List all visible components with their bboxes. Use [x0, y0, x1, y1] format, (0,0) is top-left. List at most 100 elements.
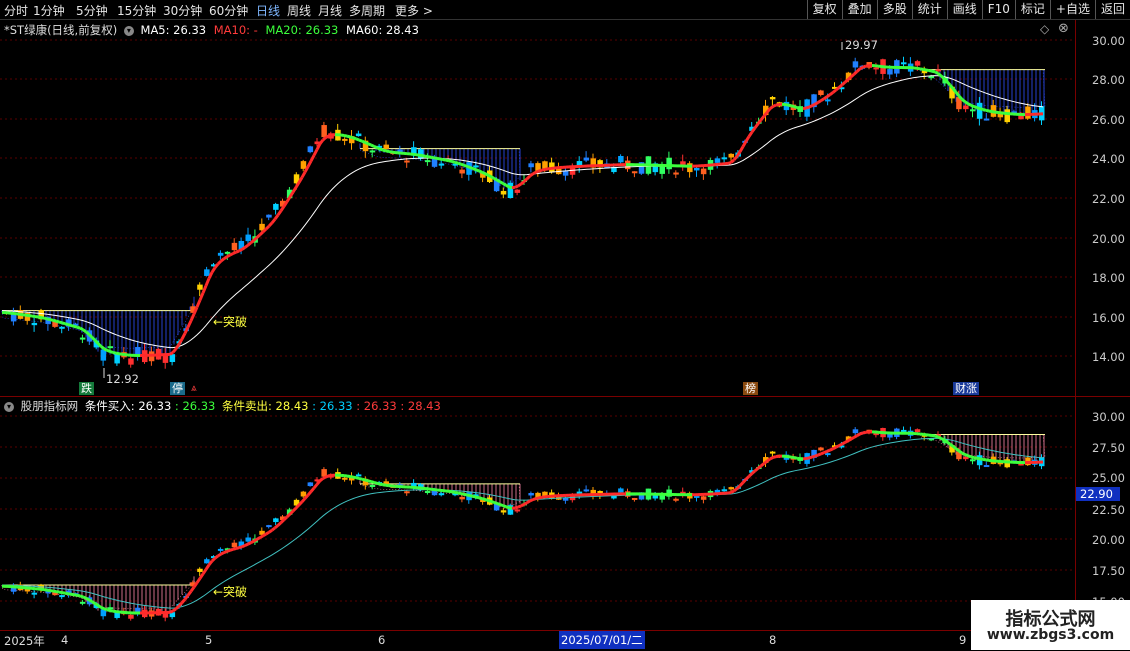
candle-main-body	[473, 165, 479, 167]
ma-fast-segment-sub	[251, 541, 254, 543]
ma-fast-segment-main	[770, 106, 773, 108]
event-badge-die[interactable]: 跌	[79, 382, 94, 395]
back-button[interactable]: 返回	[1095, 0, 1130, 19]
ma-fast-segment-sub	[761, 464, 764, 466]
ma-fast-segment-sub	[197, 578, 200, 582]
ma-fast-segment-main	[203, 286, 206, 293]
ma-fast-segment-main	[476, 170, 479, 171]
ma-fast-segment-main	[77, 327, 80, 328]
candle-sub-body	[584, 489, 590, 491]
candle-sub-body	[439, 493, 445, 495]
ma-fast-segment-sub	[944, 440, 947, 442]
ma-fast-segment-main	[494, 178, 497, 180]
ma-fast-segment-main	[83, 330, 86, 332]
ma-fast-segment-main	[521, 182, 524, 184]
ma-fast-segment-sub	[731, 491, 734, 493]
candle-main-body	[970, 109, 976, 111]
ma-fast-segment-sub	[860, 433, 863, 434]
candle-sub-body	[701, 496, 707, 499]
event-badge-caizhang[interactable]: 财涨	[953, 382, 979, 395]
sub-tick-30: 30.00	[1092, 410, 1125, 424]
ma-fast-segment-sub	[89, 600, 92, 602]
candle-sub-body	[425, 491, 431, 493]
ma-fast-segment-main	[788, 105, 791, 106]
ma-fast-segment-sub	[848, 439, 851, 441]
candle-main-body	[501, 191, 507, 195]
candle-sub-body	[528, 493, 534, 495]
ma-fast-segment-sub	[734, 489, 737, 491]
ma-fast-segment-sub	[98, 606, 101, 608]
ma-fast-segment-sub	[107, 610, 110, 611]
main-tick-18: 18.00	[1092, 271, 1125, 285]
ma-fast-segment-main	[527, 176, 530, 179]
ma-fast-segment-main	[806, 107, 809, 108]
candle-sub-body	[915, 429, 921, 432]
ma-fast-segment-main	[491, 177, 494, 179]
ma-fast-segment-main	[218, 261, 221, 264]
ma-fast-segment-main	[230, 254, 233, 256]
ma-fast-segment-main	[221, 259, 224, 261]
ma-fast-segment-main	[116, 353, 119, 354]
ma-fast-segment-sub	[482, 499, 485, 500]
ma-fast-segment-sub	[845, 441, 848, 443]
candle-main-body	[439, 164, 445, 166]
ma-fast-segment-sub	[737, 486, 740, 489]
candle-sub-body	[273, 518, 279, 522]
ma-fast-segment-sub	[230, 549, 233, 550]
candle-main-body	[225, 252, 231, 254]
candle-main-body	[273, 204, 279, 210]
ma-fast-segment-sub	[368, 481, 371, 482]
ma-fast-segment-sub	[458, 493, 461, 494]
ma-fast-segment-main	[836, 88, 839, 90]
ma-fast-segment-sub	[470, 496, 473, 497]
candle-main-body	[873, 67, 879, 69]
event-badge-ting[interactable]: 停	[170, 382, 185, 395]
main-tick-22: 22.00	[1092, 192, 1125, 206]
candle-main-body	[666, 158, 672, 169]
ma-fast-segment-main	[440, 159, 443, 160]
date-month-9: 9	[959, 633, 966, 647]
candle-main-body	[32, 323, 37, 325]
ma-fast-segment-main	[734, 156, 737, 160]
ma-fast-segment-main	[740, 147, 743, 152]
candle-main-body	[101, 350, 107, 361]
ma-fast-segment-sub	[809, 457, 812, 458]
ma-fast-segment-sub	[263, 534, 266, 536]
ma-fast-segment-main	[59, 322, 62, 323]
ma-fast-segment-main	[938, 73, 941, 75]
ma-fast-segment-main	[485, 174, 488, 176]
ma-fast-segment-main	[947, 82, 950, 85]
ma-fast-segment-sub	[455, 492, 458, 493]
ma-fast-segment-main	[731, 160, 734, 163]
ma-fast-segment-main	[428, 157, 431, 158]
ma-fast-segment-main	[251, 240, 254, 243]
ma-fast-segment-main	[851, 74, 854, 77]
ma-fast-segment-sub	[764, 461, 767, 463]
event-badge-bang[interactable]: 榜	[743, 382, 758, 395]
kline-chart[interactable]	[0, 0, 1075, 630]
ma-fast-segment-sub	[539, 497, 542, 498]
ma-fast-segment-main	[200, 293, 203, 300]
date-month-6: 6	[378, 633, 385, 647]
ma-fast-segment-sub	[791, 457, 794, 458]
candle-sub-body	[501, 510, 507, 512]
date-month-8: 8	[769, 633, 776, 647]
ma-fast-segment-main	[377, 148, 380, 149]
ma-fast-segment-sub	[956, 449, 959, 451]
ma-fast-segment-sub	[290, 511, 293, 514]
candle-main-body	[1005, 109, 1011, 122]
ma-fast-segment-sub	[308, 492, 311, 495]
candle-sub-body	[818, 448, 824, 451]
ma-fast-segment-main	[503, 183, 506, 185]
ma-fast-segment-sub	[101, 607, 104, 608]
ma-fast-segment-main	[248, 243, 251, 245]
candle-main-body	[370, 150, 376, 152]
ma-fast-segment-main	[929, 71, 932, 72]
ma-fast-segment-sub	[224, 551, 227, 552]
candle-main-body	[459, 170, 465, 174]
ma-fast-segment-main	[479, 171, 482, 172]
ma-fast-segment-sub	[806, 458, 809, 459]
ma-fast-segment-main	[323, 137, 326, 140]
ma-fast-segment-main	[275, 215, 278, 219]
ma-fast-segment-main	[344, 135, 347, 136]
